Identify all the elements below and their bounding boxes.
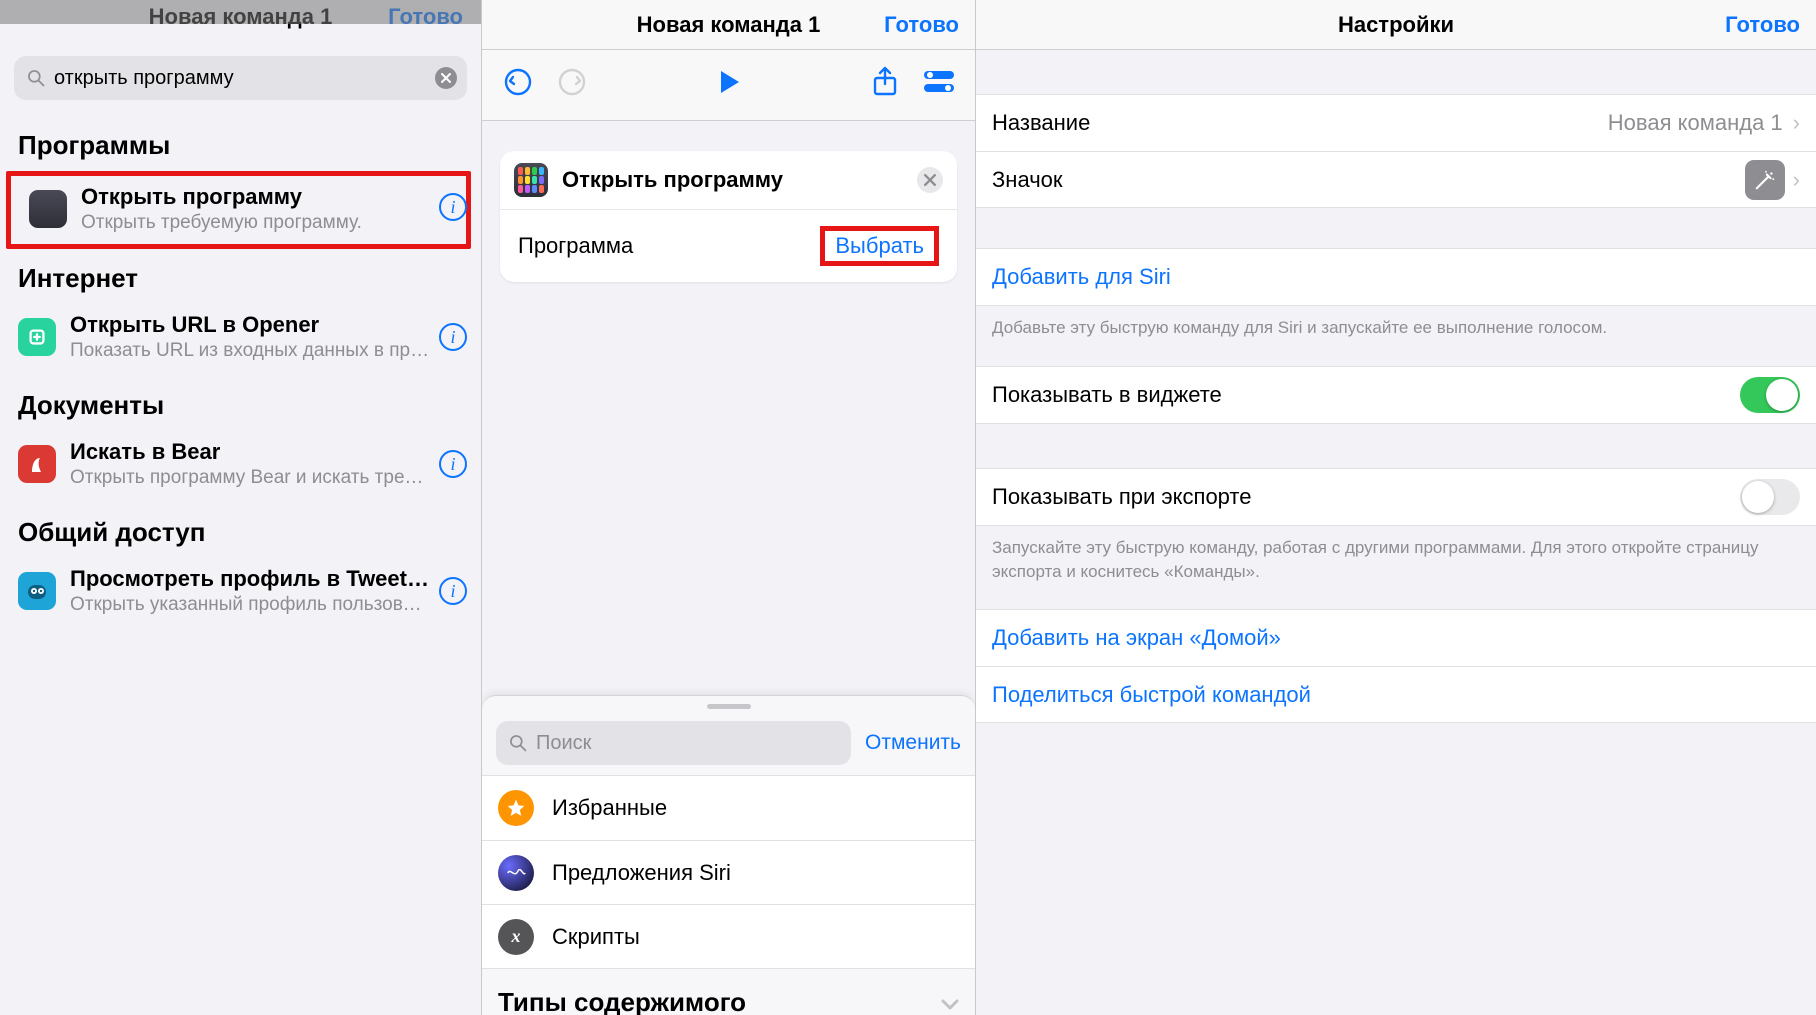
done-button[interactable]: Готово: [884, 12, 959, 38]
sheet-item-label: Избранные: [552, 795, 667, 821]
play-button[interactable]: [711, 64, 747, 100]
action-card-title: Открыть программу: [562, 167, 917, 193]
tweetbot-icon: [18, 572, 56, 610]
action-tweetbot-profile[interactable]: Просмотреть профиль в Tweet… Открыть ука…: [0, 558, 481, 626]
settings-toggle-button[interactable]: [921, 64, 957, 100]
siri-icon: [498, 855, 534, 891]
info-icon[interactable]: i: [439, 577, 467, 605]
done-button[interactable]: Готово: [1725, 12, 1800, 38]
sheet-search-input[interactable]: Поиск: [496, 721, 851, 765]
section-internet-header: Интернет: [0, 245, 481, 304]
sheet-grabber-icon[interactable]: [707, 704, 751, 709]
sheet-item-label: Скрипты: [552, 924, 640, 950]
sheet-item-label: Предложения Siri: [552, 860, 731, 886]
name-cell[interactable]: Название Новая команда 1 ›: [976, 95, 1816, 151]
show-in-widget-cell[interactable]: Показывать в виджете: [976, 367, 1816, 423]
action-param-label: Программа: [518, 233, 633, 259]
siri-footer: Добавьте эту быструю команду для Siri и …: [976, 306, 1816, 360]
sheet-search-placeholder: Поиск: [536, 732, 591, 755]
sheet-item-scripts[interactable]: x Скрипты: [482, 904, 975, 968]
pane-settings: Настройки Готово Название Новая команда …: [976, 0, 1816, 1015]
add-to-siri-cell[interactable]: Добавить для Siri: [976, 249, 1816, 305]
cell-link: Добавить для Siri: [992, 264, 1171, 290]
info-icon[interactable]: i: [439, 323, 467, 351]
bear-title: Искать в Bear: [70, 439, 431, 465]
section-programs-header: Программы: [0, 112, 481, 171]
sheet-cancel-button[interactable]: Отменить: [865, 731, 961, 755]
opener-icon: [18, 318, 56, 356]
undo-button[interactable]: [500, 64, 536, 100]
bear-subtitle: Открыть программу Bear и искать требу…: [70, 467, 431, 489]
action-open-app-title: Открыть программу: [81, 184, 452, 210]
sheet-section-label: Типы содержимого: [498, 987, 746, 1015]
search-icon: [26, 68, 46, 88]
pane-shortcut-editor: Новая команда 1 Готово: [482, 0, 976, 1015]
cell-label: Показывать в виджете: [992, 382, 1740, 408]
choose-app-link[interactable]: Выбрать: [820, 226, 939, 266]
widget-toggle[interactable]: [1740, 377, 1800, 413]
chevron-down-icon: [941, 987, 959, 1015]
icon-cell[interactable]: Значок ›: [976, 151, 1816, 207]
cell-link: Добавить на экран «Домой»: [992, 625, 1281, 651]
cell-label: Название: [992, 110, 1608, 136]
action-search-bear[interactable]: Искать в Bear Открыть программу Bear и и…: [0, 431, 481, 499]
info-icon[interactable]: i: [439, 193, 467, 221]
action-open-url-opener[interactable]: Открыть URL в Opener Показать URL из вхо…: [0, 304, 481, 372]
cell-label: Значок: [992, 167, 1745, 193]
info-icon[interactable]: i: [439, 450, 467, 478]
cell-link: Поделиться быстрой командой: [992, 682, 1311, 708]
bear-icon: [18, 445, 56, 483]
action-open-app-subtitle: Открыть требуемую программу.: [81, 212, 452, 234]
show-on-export-cell[interactable]: Показывать при экспорте: [976, 469, 1816, 525]
add-to-home-cell[interactable]: Добавить на экран «Домой»: [976, 610, 1816, 666]
search-value: открыть программу: [54, 67, 435, 90]
cell-value: Новая команда 1: [1608, 110, 1783, 136]
action-card-open-app: Открыть программу Программа Выбрать: [500, 151, 957, 282]
app-grid-icon: [514, 163, 548, 197]
opener-subtitle: Показать URL из входных данных в прог…: [70, 340, 431, 362]
bottom-sheet[interactable]: Поиск Отменить Избранные Предложения Sir…: [482, 695, 975, 1015]
editor-toolbar: [482, 50, 975, 121]
nav-title: Настройки: [1338, 12, 1454, 38]
tweetbot-subtitle: Открыть указанный профиль пользовате…: [70, 594, 431, 616]
section-documents-header: Документы: [0, 372, 481, 431]
star-icon: [498, 790, 534, 826]
pane-search-actions: Новая команда 1 Готово открыть программу…: [0, 0, 482, 1015]
section-sharing-header: Общий доступ: [0, 499, 481, 558]
tweetbot-title: Просмотреть профиль в Tweet…: [70, 566, 431, 592]
sheet-item-siri[interactable]: Предложения Siri: [482, 840, 975, 904]
chevron-right-icon: ›: [1793, 110, 1800, 136]
search-input[interactable]: открыть программу: [14, 56, 467, 100]
magic-wand-icon: [1745, 160, 1785, 200]
chevron-right-icon: ›: [1793, 167, 1800, 193]
sheet-item-favorites[interactable]: Избранные: [482, 776, 975, 840]
navbar: Настройки Готово: [976, 0, 1816, 50]
app-grid-icon: [29, 190, 67, 228]
redo-button[interactable]: [554, 64, 590, 100]
hidden-navbar: Новая команда 1 Готово: [0, 0, 481, 46]
sheet-content-types-header[interactable]: Типы содержимого: [482, 969, 975, 1015]
action-param-row[interactable]: Программа Выбрать: [500, 209, 957, 282]
share-button[interactable]: [867, 64, 903, 100]
navbar: Новая команда 1 Готово: [482, 0, 975, 50]
share-shortcut-cell[interactable]: Поделиться быстрой командой: [976, 666, 1816, 722]
hidden-nav-done[interactable]: Готово: [388, 4, 463, 30]
export-footer: Запускайте эту быструю команду, работая …: [976, 526, 1816, 604]
search-icon: [508, 733, 528, 753]
clear-icon[interactable]: [435, 67, 457, 89]
opener-title: Открыть URL в Opener: [70, 312, 431, 338]
export-toggle[interactable]: [1740, 479, 1800, 515]
remove-action-icon[interactable]: [917, 167, 943, 193]
script-icon: x: [498, 919, 534, 955]
nav-title: Новая команда 1: [637, 12, 821, 38]
cell-label: Показывать при экспорте: [992, 484, 1740, 510]
